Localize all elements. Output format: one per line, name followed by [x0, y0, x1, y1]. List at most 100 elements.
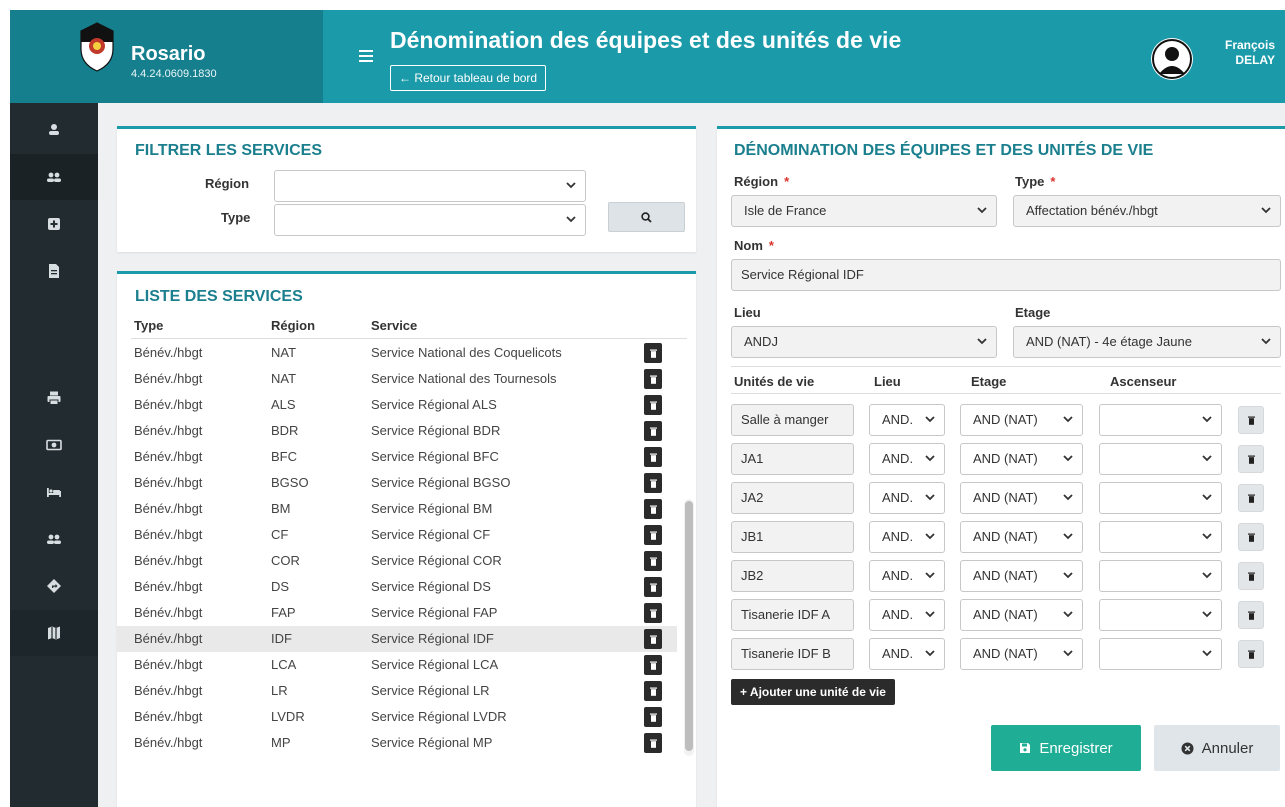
table-row[interactable]: Bénév./hbgt BM Service Régional BM [117, 496, 677, 522]
sidebar-item-users[interactable] [10, 154, 98, 200]
delete-unit-button[interactable] [1238, 562, 1264, 590]
unit-ascenseur-select[interactable] [1099, 443, 1222, 475]
floppy-disk-icon [1020, 743, 1031, 753]
unit-lieu-select[interactable]: AND. [869, 560, 945, 592]
unit-ascenseur-select[interactable] [1099, 521, 1222, 553]
delete-service-button[interactable] [644, 603, 662, 623]
sidebar-item-medical[interactable] [10, 201, 98, 247]
unit-etage-select[interactable]: AND (NAT) [960, 521, 1083, 553]
unit-etage-select[interactable]: AND (NAT) [960, 482, 1083, 514]
sidebar-item-document[interactable] [10, 248, 98, 294]
chevron-down-icon [1202, 455, 1212, 462]
table-row[interactable]: Bénév./hbgt BFC Service Régional BFC [117, 444, 677, 470]
delete-service-button[interactable] [644, 707, 662, 727]
unit-lieu-select[interactable]: AND. [869, 599, 945, 631]
delete-unit-button[interactable] [1238, 406, 1264, 434]
sidebar-item-group[interactable] [10, 516, 98, 562]
table-row[interactable]: Bénév./hbgt NAT Service National des Tourn… [117, 366, 677, 392]
unit-name-field[interactable]: JA2 [731, 482, 854, 514]
delete-service-button[interactable] [644, 525, 662, 545]
sidebar-item-map[interactable] [10, 610, 98, 656]
sidebar-item-user[interactable] [10, 107, 98, 153]
save-button[interactable]: Enregistrer [991, 725, 1141, 771]
table-row[interactable]: Bénév./hbgt DS Service Régional DS [117, 574, 677, 600]
delete-service-button[interactable] [644, 473, 662, 493]
user-name[interactable]: François DELAY [1200, 38, 1275, 68]
sidebar-item-directions[interactable] [10, 563, 98, 609]
table-row[interactable]: Bénév./hbgt IDF Service Régional IDF [117, 626, 677, 652]
table-row[interactable]: Bénév./hbgt MP Service Régional MP [117, 730, 677, 756]
table-row[interactable]: Bénév./hbgt LR Service Régional LR [117, 678, 677, 704]
unit-lieu-select[interactable]: AND. [869, 521, 945, 553]
form-type-select[interactable]: Affectation bénév./hbgt [1013, 195, 1281, 227]
sidebar-item-bed[interactable] [10, 469, 98, 515]
unit-lieu-select[interactable]: AND. [869, 482, 945, 514]
table-row[interactable]: Bénév./hbgt NAT Service National des Coque… [117, 340, 677, 366]
delete-service-button[interactable] [644, 499, 662, 519]
unit-ascenseur-select[interactable] [1099, 482, 1222, 514]
chevron-down-icon [925, 455, 935, 462]
add-unit-button[interactable]: + Ajouter une unité de vie [731, 679, 895, 705]
unit-etage-select[interactable]: AND (NAT) [960, 560, 1083, 592]
table-row[interactable]: Bénév./hbgt LVDR Service Régional LVDR [117, 704, 677, 730]
cell-service: Service Régional BM [371, 501, 493, 516]
filter-type-select[interactable] [274, 204, 586, 236]
delete-service-button[interactable] [644, 629, 662, 649]
scrollbar-thumb[interactable] [685, 501, 693, 751]
unit-lieu-select[interactable]: AND. [869, 404, 945, 436]
unit-name-field[interactable]: Salle à manger [731, 404, 854, 436]
unit-etage-select[interactable]: AND (NAT) [960, 599, 1083, 631]
delete-service-button[interactable] [644, 655, 662, 675]
table-row[interactable]: Bénév./hbgt BGSO Service Régional BGSO [117, 470, 677, 496]
delete-unit-button[interactable] [1238, 523, 1264, 551]
delete-service-button[interactable] [644, 369, 662, 389]
unit-ascenseur-select[interactable] [1099, 638, 1222, 670]
form-region-select[interactable]: Isle de France [731, 195, 997, 227]
cancel-button[interactable]: Annuler [1154, 725, 1280, 771]
delete-service-button[interactable] [644, 343, 662, 363]
delete-service-button[interactable] [644, 447, 662, 467]
nom-field[interactable]: Service Régional IDF [731, 259, 1281, 291]
unit-ascenseur-select[interactable] [1099, 404, 1222, 436]
unit-etage-select[interactable]: AND (NAT) [960, 404, 1083, 436]
search-button[interactable] [608, 202, 685, 232]
table-row[interactable]: Bénév./hbgt CF Service Régional CF [117, 522, 677, 548]
menu-toggle-icon[interactable] [359, 50, 373, 62]
form-etage-select[interactable]: AND (NAT) - 4e étage Jaune [1013, 326, 1281, 358]
table-row[interactable]: Bénév./hbgt ALS Service Régional ALS [117, 392, 677, 418]
delete-unit-button[interactable] [1238, 640, 1264, 668]
form-lieu-select[interactable]: ANDJ [731, 326, 997, 358]
unit-ascenseur-select[interactable] [1099, 599, 1222, 631]
unit-name-field[interactable]: Tisanerie IDF B [731, 638, 854, 670]
delete-service-button[interactable] [644, 681, 662, 701]
delete-service-button[interactable] [644, 551, 662, 571]
unit-name-field[interactable]: JB1 [731, 521, 854, 553]
table-row[interactable]: Bénév./hbgt LCA Service Régional LCA [117, 652, 677, 678]
unit-lieu-select[interactable]: AND. [869, 443, 945, 475]
table-row[interactable]: Bénév./hbgt BDR Service Régional BDR [117, 418, 677, 444]
user-avatar-icon[interactable] [1151, 38, 1193, 80]
cell-region: COR [271, 553, 300, 568]
delete-service-button[interactable] [644, 421, 662, 441]
table-row[interactable]: Bénév./hbgt COR Service Régional COR [117, 548, 677, 574]
unit-lieu-select[interactable]: AND. [869, 638, 945, 670]
table-row[interactable]: Bénév./hbgt FAP Service Régional FAP [117, 600, 677, 626]
filter-region-select[interactable] [274, 170, 586, 202]
unit-etage-select[interactable]: AND (NAT) [960, 638, 1083, 670]
delete-service-button[interactable] [644, 577, 662, 597]
unit-name-field[interactable]: JB2 [731, 560, 854, 592]
delete-unit-button[interactable] [1238, 484, 1264, 512]
unit-ascenseur-select[interactable] [1099, 560, 1222, 592]
delete-unit-button[interactable] [1238, 601, 1264, 629]
unit-etage-select[interactable]: AND (NAT) [960, 443, 1083, 475]
unit-name-field[interactable]: Tisanerie IDF A [731, 599, 854, 631]
back-to-dashboard-button[interactable]: ← Retour tableau de bord [390, 65, 547, 91]
sidebar-item-print[interactable] [10, 375, 98, 421]
delete-unit-button[interactable] [1238, 445, 1264, 473]
delete-service-button[interactable] [644, 395, 662, 415]
list-scrollbar[interactable] [684, 499, 694, 756]
delete-service-button[interactable] [644, 733, 662, 753]
sidebar-item-money[interactable] [10, 422, 98, 468]
cell-service: Service Régional IDF [371, 631, 494, 646]
unit-name-field[interactable]: JA1 [731, 443, 854, 475]
